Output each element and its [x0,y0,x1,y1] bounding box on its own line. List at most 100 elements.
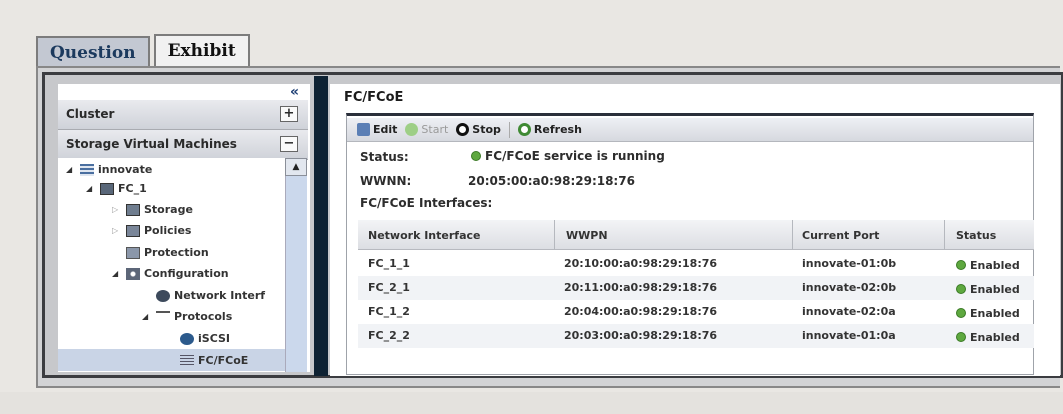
enabled-status-icon [956,332,966,342]
tree-label: Configuration [144,267,229,280]
cell-interface: FC_1_1 [368,257,410,270]
expanded-arrow-icon[interactable]: ◢ [66,165,76,174]
pane-divider[interactable] [314,76,328,376]
running-status-icon [471,151,481,161]
tree-item-protection[interactable]: Protection [126,246,209,259]
page-bottom-area [0,392,1063,414]
refresh-icon [517,123,531,136]
enabled-status-icon [956,308,966,318]
tree-item-fc-1[interactable]: ◢ FC_1 [86,182,147,195]
tree-label: iSCSI [198,332,230,345]
column-status[interactable]: Status [956,229,996,242]
cell-interface: FC_2_2 [368,329,410,342]
fc-fcoe-icon [180,354,194,367]
expanded-arrow-icon[interactable]: ◢ [86,184,96,193]
expanded-arrow-icon[interactable]: ◢ [142,312,152,321]
column-separator[interactable] [944,220,945,250]
column-separator[interactable] [554,220,555,250]
tree-item-iscsi[interactable]: iSCSI [180,332,230,345]
table-row[interactable]: FC_2_2 20:03:00:a0:98:29:18:76 innovate-… [358,324,1034,348]
interfaces-label: FC/FCoE Interfaces: [360,196,493,210]
tree-label: FC_1 [118,182,147,195]
cell-interface: FC_1_2 [368,305,410,318]
svm-icon [80,163,94,176]
status-text: Enabled [970,331,1020,344]
start-icon [405,123,419,136]
refresh-button[interactable]: Refresh [517,123,582,136]
tree-item-network-interfaces[interactable]: Network Interf [156,289,265,302]
edit-icon [357,123,370,136]
cell-wwpn: 20:04:00:a0:98:29:18:76 [564,305,718,318]
tree-label: Policies [144,224,192,237]
cell-port: innovate-02:0a [802,305,896,318]
start-button[interactable]: Start [405,123,448,136]
tree-label: FC/FCoE [198,354,249,367]
cell-port: innovate-01:0b [802,257,897,270]
status-text: Enabled [970,259,1020,272]
cell-port: innovate-02:0b [802,281,897,294]
table-row[interactable]: FC_2_1 20:11:00:a0:98:29:18:76 innovate-… [358,276,1034,300]
toolbar-separator [508,121,510,138]
exhibit-tabs: Question Exhibit [36,34,250,68]
tree-scrollbar[interactable] [285,158,307,372]
status-label: Status: [360,150,409,164]
configuration-icon [126,267,140,280]
policies-icon [126,224,140,237]
tree-item-policies[interactable]: ▷ Policies [112,224,191,237]
tree-item-protocols[interactable]: ◢ Protocols [142,310,232,323]
table-row[interactable]: FC_1_1 20:10:00:a0:98:29:18:76 innovate-… [358,252,1034,276]
column-wwpn[interactable]: WWPN [566,229,608,242]
page-title: FC/FCoE [344,90,404,105]
expand-cluster-button[interactable]: + [280,106,298,122]
tab-question[interactable]: Question [36,36,150,68]
network-interface-icon [156,289,170,302]
edit-label: Edit [373,123,398,136]
cell-port: innovate-01:0a [802,329,896,342]
start-label: Start [421,123,449,136]
status-text: Enabled [970,283,1020,296]
collapse-panel-icon[interactable]: « [290,84,299,100]
column-separator[interactable] [792,220,793,250]
toolbar: Edit Start Stop Refresh [347,118,1033,142]
wwnn-value: 20:05:00:a0:98:29:18:76 [468,174,635,188]
wwnn-label: WWNN: [360,174,412,188]
cell-wwpn: 20:10:00:a0:98:29:18:76 [564,257,718,270]
column-current-port[interactable]: Current Port [802,229,879,242]
tree-item-configuration[interactable]: ◢ Configuration [112,267,229,280]
status-text: Enabled [970,307,1020,320]
expanded-arrow-icon[interactable]: ◢ [112,269,122,278]
protocols-icon [156,310,170,323]
tab-exhibit[interactable]: Exhibit [153,34,250,68]
scroll-up-icon[interactable]: ▲ [285,158,307,176]
edit-button[interactable]: Edit [357,123,397,136]
column-network-interface[interactable]: Network Interface [368,229,480,242]
tree-label: Protection [144,246,209,259]
enabled-status-icon [956,260,966,270]
tree-label: Network Interf [174,289,266,302]
collapsed-arrow-icon[interactable]: ▷ [112,205,122,214]
status-value: FC/FCoE service is running [471,149,665,163]
iscsi-icon [180,332,194,345]
collapse-svm-button[interactable]: − [280,136,298,152]
table-row[interactable]: FC_1_2 20:04:00:a0:98:29:18:76 innovate-… [358,300,1034,324]
status-text: FC/FCoE service is running [485,149,665,163]
tree-item-fc-fcoe[interactable]: FC/FCoE [180,354,248,367]
collapsed-arrow-icon[interactable]: ▷ [112,226,122,235]
enabled-status-icon [956,284,966,294]
cluster-section-header[interactable]: Cluster + [58,100,308,130]
stop-label: Stop [472,123,501,136]
selected-row-highlight [58,349,286,371]
cell-status: Enabled [956,259,1020,272]
tree-item-innovate[interactable]: ◢ innovate [66,163,152,176]
svm-section-header[interactable]: Storage Virtual Machines − [58,130,308,160]
storage-icon [126,203,140,216]
tree-label: Storage [144,203,193,216]
cluster-section-label: Cluster [66,107,115,121]
svm-section-label: Storage Virtual Machines [66,137,237,151]
table-header: Network Interface WWPN Current Port Stat… [358,220,1034,250]
cell-wwpn: 20:11:00:a0:98:29:18:76 [564,281,718,294]
tree-item-storage[interactable]: ▷ Storage [112,203,193,216]
tree-label: Protocols [174,310,233,323]
stop-button[interactable]: Stop [456,123,501,136]
stop-icon [456,123,470,136]
